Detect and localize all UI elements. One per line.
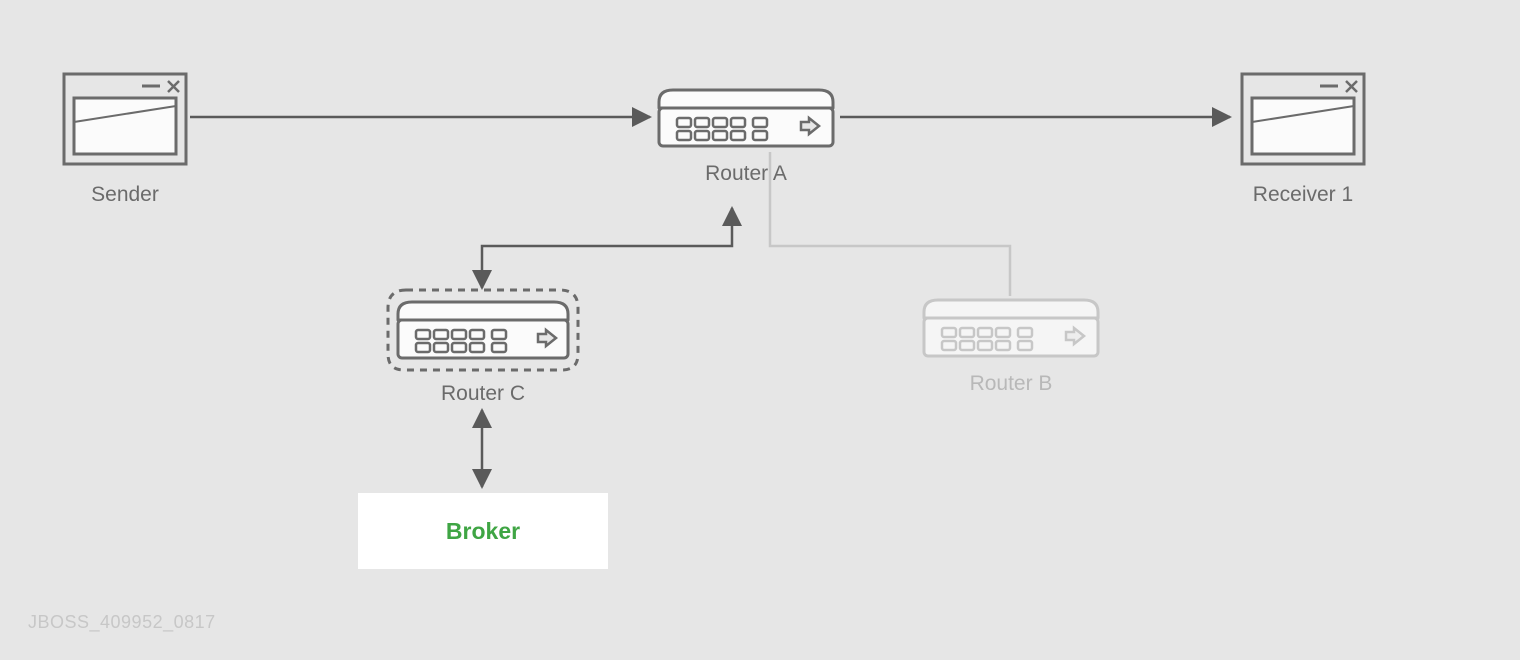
- diagram-canvas: Sender Receiver 1 Rou: [0, 0, 1520, 660]
- routerC-icon: [384, 286, 582, 374]
- routerA-icon: [655, 86, 837, 150]
- broker-label: Broker: [446, 518, 520, 545]
- receiver1-label: Receiver 1: [1240, 183, 1366, 207]
- footer-code: JBOSS_409952_0817: [28, 612, 216, 633]
- routerC-label: Router C: [384, 382, 582, 406]
- routerB-icon: [920, 296, 1102, 360]
- routerB-label: Router B: [920, 372, 1102, 396]
- routerA-label: Router A: [655, 162, 837, 186]
- edge-routerA-routerC: [482, 208, 732, 288]
- sender-label: Sender: [62, 183, 188, 207]
- sender-icon: [62, 72, 188, 166]
- receiver1-icon: [1240, 72, 1366, 166]
- broker-box: Broker: [358, 493, 608, 569]
